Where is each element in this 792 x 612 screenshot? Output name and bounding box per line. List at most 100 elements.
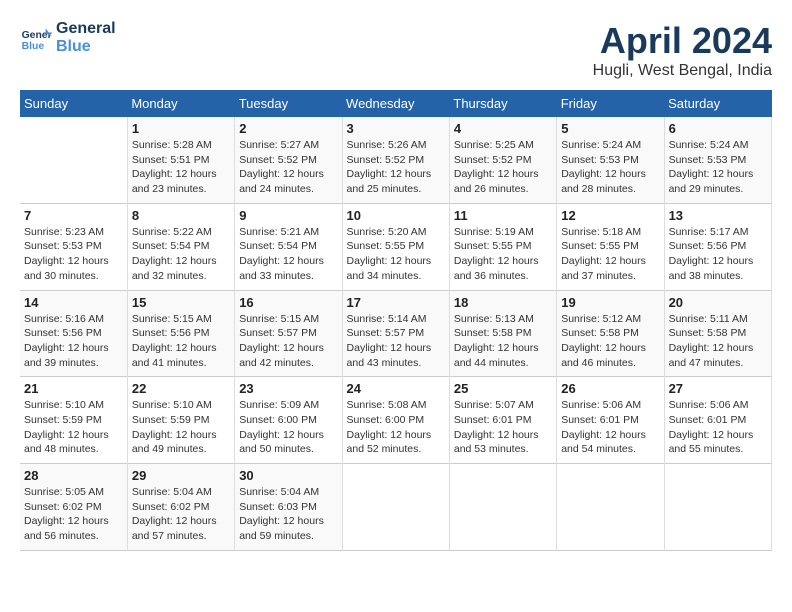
- calendar-cell: 15 Sunrise: 5:15 AM Sunset: 5:56 PM Dayli…: [127, 290, 234, 377]
- weekday-header-saturday: Saturday: [664, 90, 771, 117]
- day-info: Sunrise: 5:15 AM Sunset: 5:57 PM Dayligh…: [239, 312, 337, 371]
- day-number: 14: [24, 295, 123, 310]
- weekday-header-thursday: Thursday: [449, 90, 556, 117]
- calendar-cell: 14 Sunrise: 5:16 AM Sunset: 5:56 PM Dayli…: [20, 290, 127, 377]
- day-number: 4: [454, 121, 552, 136]
- day-info: Sunrise: 5:20 AM Sunset: 5:55 PM Dayligh…: [347, 225, 445, 284]
- svg-text:Blue: Blue: [22, 41, 45, 52]
- calendar-cell: 2 Sunrise: 5:27 AM Sunset: 5:52 PM Daylig…: [235, 117, 342, 203]
- day-number: 26: [561, 381, 659, 396]
- weekday-header-friday: Friday: [557, 90, 664, 117]
- calendar-table: SundayMondayTuesdayWednesdayThursdayFrid…: [20, 90, 772, 551]
- day-info: Sunrise: 5:05 AM Sunset: 6:02 PM Dayligh…: [24, 485, 123, 544]
- day-number: 16: [239, 295, 337, 310]
- calendar-cell: 10 Sunrise: 5:20 AM Sunset: 5:55 PM Dayli…: [342, 203, 449, 290]
- day-info: Sunrise: 5:10 AM Sunset: 5:59 PM Dayligh…: [132, 398, 230, 457]
- day-info: Sunrise: 5:18 AM Sunset: 5:55 PM Dayligh…: [561, 225, 659, 284]
- calendar-cell: 18 Sunrise: 5:13 AM Sunset: 5:58 PM Dayli…: [449, 290, 556, 377]
- weekday-header-wednesday: Wednesday: [342, 90, 449, 117]
- day-number: 24: [347, 381, 445, 396]
- day-number: 3: [347, 121, 445, 136]
- calendar-cell: 23Sunrise: 5:09 AM Sunset: 6:00 PM Dayli…: [235, 377, 342, 464]
- day-number: 25: [454, 381, 552, 396]
- title-area: April 2024 Hugli, West Bengal, India: [593, 20, 772, 80]
- header: General Blue General Blue April 2024 Hug…: [20, 20, 772, 80]
- day-number: 22: [132, 381, 230, 396]
- calendar-cell: 30Sunrise: 5:04 AM Sunset: 6:03 PM Dayli…: [235, 464, 342, 551]
- day-number: 19: [561, 295, 659, 310]
- day-info: Sunrise: 5:07 AM Sunset: 6:01 PM Dayligh…: [454, 398, 552, 457]
- day-number: 9: [239, 208, 337, 223]
- day-info: Sunrise: 5:22 AM Sunset: 5:54 PM Dayligh…: [132, 225, 230, 284]
- day-number: 6: [669, 121, 767, 136]
- calendar-cell: [664, 464, 771, 551]
- day-number: 13: [669, 208, 767, 223]
- weekday-header-sunday: Sunday: [20, 90, 127, 117]
- day-number: 5: [561, 121, 659, 136]
- day-info: Sunrise: 5:06 AM Sunset: 6:01 PM Dayligh…: [561, 398, 659, 457]
- day-info: Sunrise: 5:25 AM Sunset: 5:52 PM Dayligh…: [454, 138, 552, 197]
- calendar-cell: 29 Sunrise: 5:04 AM Sunset: 6:02 PM Dayli…: [127, 464, 234, 551]
- day-info: Sunrise: 5:11 AM Sunset: 5:58 PM Dayligh…: [669, 312, 767, 371]
- calendar-cell: 4 Sunrise: 5:25 AM Sunset: 5:52 PM Daylig…: [449, 117, 556, 203]
- calendar-cell: 22 Sunrise: 5:10 AM Sunset: 5:59 PM Dayli…: [127, 377, 234, 464]
- day-info: Sunrise: 5:17 AM Sunset: 5:56 PM Dayligh…: [669, 225, 767, 284]
- calendar-cell: [557, 464, 664, 551]
- day-number: 15: [132, 295, 230, 310]
- calendar-cell: [20, 117, 127, 203]
- logo-blue: Blue: [56, 38, 116, 56]
- calendar-cell: 21 Sunrise: 5:10 AM Sunset: 5:59 PM Dayli…: [20, 377, 127, 464]
- day-info: Sunrise: 5:19 AM Sunset: 5:55 PM Dayligh…: [454, 225, 552, 284]
- month-title: April 2024: [593, 20, 772, 62]
- day-number: 1: [132, 121, 230, 136]
- day-number: 18: [454, 295, 552, 310]
- day-info: Sunrise: 5:21 AM Sunset: 5:54 PM Dayligh…: [239, 225, 337, 284]
- day-number: 17: [347, 295, 445, 310]
- calendar-cell: 28Sunrise: 5:05 AM Sunset: 6:02 PM Dayli…: [20, 464, 127, 551]
- day-number: 29: [132, 468, 230, 483]
- day-info: Sunrise: 5:16 AM Sunset: 5:56 PM Dayligh…: [24, 312, 123, 371]
- week-row-5: 28Sunrise: 5:05 AM Sunset: 6:02 PM Dayli…: [20, 464, 772, 551]
- day-number: 7: [24, 208, 123, 223]
- day-info: Sunrise: 5:15 AM Sunset: 5:56 PM Dayligh…: [132, 312, 230, 371]
- day-info: Sunrise: 5:12 AM Sunset: 5:58 PM Dayligh…: [561, 312, 659, 371]
- calendar-cell: 27Sunrise: 5:06 AM Sunset: 6:01 PM Dayli…: [664, 377, 771, 464]
- day-info: Sunrise: 5:04 AM Sunset: 6:02 PM Dayligh…: [132, 485, 230, 544]
- day-info: Sunrise: 5:04 AM Sunset: 6:03 PM Dayligh…: [239, 485, 337, 544]
- logo-general: General: [56, 20, 116, 38]
- calendar-cell: 25 Sunrise: 5:07 AM Sunset: 6:01 PM Dayli…: [449, 377, 556, 464]
- calendar-cell: 20 Sunrise: 5:11 AM Sunset: 5:58 PM Dayli…: [664, 290, 771, 377]
- weekday-header-row: SundayMondayTuesdayWednesdayThursdayFrid…: [20, 90, 772, 117]
- calendar-cell: 1Sunrise: 5:28 AM Sunset: 5:51 PM Daylig…: [127, 117, 234, 203]
- calendar-cell: 24 Sunrise: 5:08 AM Sunset: 6:00 PM Dayli…: [342, 377, 449, 464]
- calendar-cell: 6Sunrise: 5:24 AM Sunset: 5:53 PM Daylig…: [664, 117, 771, 203]
- day-info: Sunrise: 5:24 AM Sunset: 5:53 PM Dayligh…: [561, 138, 659, 197]
- calendar-cell: 26 Sunrise: 5:06 AM Sunset: 6:01 PM Dayli…: [557, 377, 664, 464]
- day-info: Sunrise: 5:10 AM Sunset: 5:59 PM Dayligh…: [24, 398, 123, 457]
- calendar-cell: 19 Sunrise: 5:12 AM Sunset: 5:58 PM Dayli…: [557, 290, 664, 377]
- day-info: Sunrise: 5:23 AM Sunset: 5:53 PM Dayligh…: [24, 225, 123, 284]
- day-info: Sunrise: 5:08 AM Sunset: 6:00 PM Dayligh…: [347, 398, 445, 457]
- day-info: Sunrise: 5:14 AM Sunset: 5:57 PM Dayligh…: [347, 312, 445, 371]
- location-subtitle: Hugli, West Bengal, India: [593, 62, 772, 80]
- calendar-cell: [449, 464, 556, 551]
- calendar-cell: 16 Sunrise: 5:15 AM Sunset: 5:57 PM Dayli…: [235, 290, 342, 377]
- week-row-3: 14 Sunrise: 5:16 AM Sunset: 5:56 PM Dayli…: [20, 290, 772, 377]
- day-number: 8: [132, 208, 230, 223]
- calendar-cell: 17 Sunrise: 5:14 AM Sunset: 5:57 PM Dayli…: [342, 290, 449, 377]
- day-info: Sunrise: 5:09 AM Sunset: 6:00 PM Dayligh…: [239, 398, 337, 457]
- logo: General Blue General Blue: [20, 20, 116, 56]
- day-number: 27: [669, 381, 767, 396]
- day-number: 2: [239, 121, 337, 136]
- day-number: 21: [24, 381, 123, 396]
- calendar-cell: 5 Sunrise: 5:24 AM Sunset: 5:53 PM Daylig…: [557, 117, 664, 203]
- day-info: Sunrise: 5:27 AM Sunset: 5:52 PM Dayligh…: [239, 138, 337, 197]
- day-number: 12: [561, 208, 659, 223]
- day-number: 20: [669, 295, 767, 310]
- calendar-cell: 3Sunrise: 5:26 AM Sunset: 5:52 PM Daylig…: [342, 117, 449, 203]
- day-info: Sunrise: 5:13 AM Sunset: 5:58 PM Dayligh…: [454, 312, 552, 371]
- calendar-cell: [342, 464, 449, 551]
- day-number: 10: [347, 208, 445, 223]
- day-number: 11: [454, 208, 552, 223]
- calendar-cell: 12 Sunrise: 5:18 AM Sunset: 5:55 PM Dayli…: [557, 203, 664, 290]
